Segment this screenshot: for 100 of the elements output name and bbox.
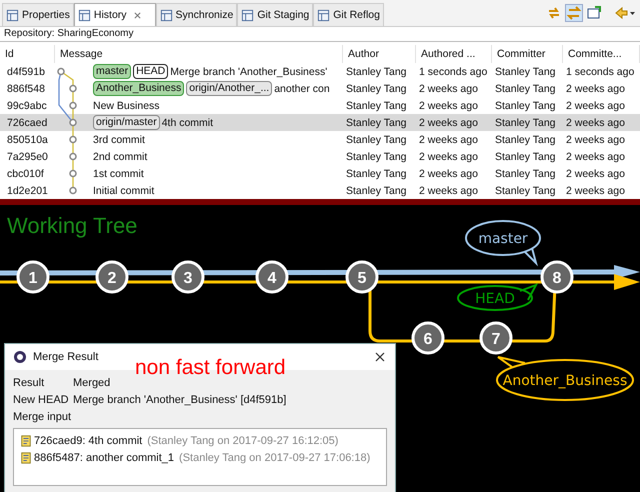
merge-input-label: Merge input	[13, 410, 72, 424]
repository-label: Repository: SharingEconomy	[0, 27, 640, 42]
authored-date: 2 weeks ago	[418, 184, 479, 196]
author-cell-text: Stanley Tang	[345, 184, 408, 196]
commit-id: 886f548	[6, 82, 46, 94]
merge-input-item[interactable]: 886f5487: another commit_1 (Stanley Tang on 2017-09-27 17:06:18)	[20, 449, 370, 466]
merge-input-item[interactable]: 726caed9: 4th commit (Stanley Tang on 2017-09-27 16:12:05)	[20, 432, 338, 449]
commit-node: 4	[256, 260, 288, 294]
committer-cell-text: Stanley Tang	[494, 66, 557, 78]
author-cell-text: Stanley Tang	[345, 134, 408, 146]
commit-node: 1	[16, 260, 50, 294]
ref-label: origin/Another_...	[186, 81, 272, 96]
committer-cell-text: Stanley Tang	[494, 168, 557, 180]
committer-cell-text: Stanley Tang	[494, 100, 557, 112]
author-cell-text: Stanley Tang	[345, 100, 408, 112]
committed-date: 2 weeks ago	[565, 150, 626, 162]
authored-date: 2 weeks ago	[418, 150, 479, 162]
commit-node: 2	[96, 260, 128, 294]
commit-message: 3rd commit	[93, 134, 145, 146]
authored-date: 2 weeks ago	[418, 168, 479, 180]
commit-node: 5	[346, 260, 378, 294]
tab-icon	[160, 8, 173, 22]
field-label: New HEAD	[13, 394, 70, 406]
pin-window-icon[interactable]	[586, 5, 602, 21]
sync-arrows-icon[interactable]	[546, 5, 562, 21]
commit-message: Merge branch 'Another_Business'	[170, 66, 328, 78]
committed-date: 2 weeks ago	[565, 184, 626, 196]
tab-icon	[78, 8, 91, 22]
view-tab[interactable]: Git Reflog	[313, 3, 384, 26]
tab-icon	[6, 8, 19, 22]
diagram-title: Working Tree	[7, 213, 138, 239]
committer-cell-text: Stanley Tang	[494, 134, 557, 146]
commit-message: New Business	[93, 100, 160, 112]
column-header[interactable]: Committer	[492, 45, 563, 63]
view-tab[interactable]: Properties	[2, 3, 74, 26]
committed-date: 2 weeks ago	[565, 82, 626, 94]
commit-node: 8	[540, 260, 574, 294]
committed-date: 2 weeks ago	[565, 116, 626, 128]
commit-id: 99c9abc	[6, 100, 48, 112]
ref-label: master	[93, 64, 132, 79]
commit-row[interactable]: 1d2e201 Initial commit Stanley Tang 2 weeks ago Stanley Tang 2 weeks ago	[0, 182, 640, 199]
commit-message: 4th commit	[162, 116, 214, 128]
authored-date: 2 weeks ago	[418, 82, 479, 94]
field-label: Result	[13, 376, 46, 388]
field-value: Merged	[73, 376, 110, 388]
commit-id: 7a295e0	[6, 150, 49, 162]
commit-row[interactable]: 726caed origin/master 4th commit Stanley Tang 2 weeks ago Stanley Tang 2 weeks ago	[0, 114, 640, 131]
commit-row[interactable]: 886f548 Another_Business origin/Another_... another con Stanley Tang 2 weeks ago Stanley Tang 2 weeks ago	[0, 80, 640, 97]
commit-row[interactable]: d4f591b master HEAD Merge branch 'Another_Business' Stanley Tang 1 seconds ago Stanley Tang 1 seconds ago	[0, 63, 640, 80]
authored-date: 2 weeks ago	[418, 100, 479, 112]
committer-cell-text: Stanley Tang	[494, 116, 557, 128]
author-cell-text: Stanley Tang	[345, 66, 408, 78]
commit-row[interactable]: 7a295e0 2nd commit Stanley Tang 2 weeks ago Stanley Tang 2 weeks ago	[0, 148, 640, 165]
commit-id: d4f591b	[6, 66, 46, 78]
view-tab[interactable]: Synchronize	[156, 3, 238, 26]
committer-cell-text: Stanley Tang	[494, 82, 557, 94]
commit-row[interactable]: 850510a 3rd commit Stanley Tang 2 weeks ago Stanley Tang 2 weeks ago	[0, 131, 640, 148]
commit-row[interactable]: cbc010f 1st commit Stanley Tang 2 weeks ago Stanley Tang 2 weeks ago	[0, 165, 640, 182]
close-icon[interactable]	[375, 352, 385, 362]
commit-message: Initial commit	[93, 184, 154, 196]
author-cell-text: Stanley Tang	[345, 150, 408, 162]
commit-id: 1d2e201	[6, 184, 49, 196]
commit-id: cbc010f	[6, 168, 45, 180]
view-tab[interactable]: History	[74, 3, 156, 26]
view-tab[interactable]: Git Staging	[237, 3, 314, 26]
column-header[interactable]: Id	[0, 45, 55, 63]
annotation-text: non fast forward	[135, 356, 286, 380]
commit-row[interactable]: 99c9abc New Business Stanley Tang 2 weeks ago Stanley Tang 2 weeks ago	[0, 97, 640, 114]
dialog-title: Merge Result	[33, 351, 98, 363]
committed-date: 2 weeks ago	[565, 134, 626, 146]
commit-id: 726caed	[6, 116, 48, 128]
ref-label: origin/master	[93, 115, 160, 130]
column-header[interactable]: Committe...	[563, 45, 640, 63]
author-cell-text: Stanley Tang	[345, 116, 408, 128]
commit-node: 7	[480, 322, 512, 354]
authored-date: 2 weeks ago	[418, 116, 479, 128]
tab-icon	[317, 8, 330, 22]
column-header[interactable]: Authored ...	[416, 45, 492, 63]
commit-node: 3	[172, 260, 204, 294]
commit-message: 2nd commit	[93, 150, 148, 162]
commit-message: 1st commit	[93, 168, 144, 180]
column-header[interactable]: Message	[55, 45, 343, 63]
committer-cell-text: Stanley Tang	[494, 184, 557, 196]
ref-label: HEAD	[133, 64, 168, 79]
commit-icon	[20, 452, 32, 464]
column-header[interactable]: Author	[343, 45, 416, 63]
author-cell-text: Stanley Tang	[345, 168, 408, 180]
authored-date: 2 weeks ago	[418, 134, 479, 146]
committed-date: 2 weeks ago	[565, 168, 626, 180]
ref-label: Another_Business	[93, 81, 184, 96]
commit-node: 6	[412, 322, 444, 354]
commit-id: 850510a	[6, 134, 49, 146]
authored-date: 1 seconds ago	[418, 66, 488, 78]
dropdown-menu-icon[interactable]	[614, 5, 636, 21]
field-value: Merge branch 'Another_Business' [d4f591b]	[73, 394, 286, 406]
committer-cell-text: Stanley Tang	[494, 150, 557, 162]
app-icon	[13, 350, 27, 364]
committed-date: 1 seconds ago	[565, 66, 636, 78]
callout-bubble: Another_Business	[496, 356, 634, 401]
committed-date: 2 weeks ago	[565, 100, 626, 112]
